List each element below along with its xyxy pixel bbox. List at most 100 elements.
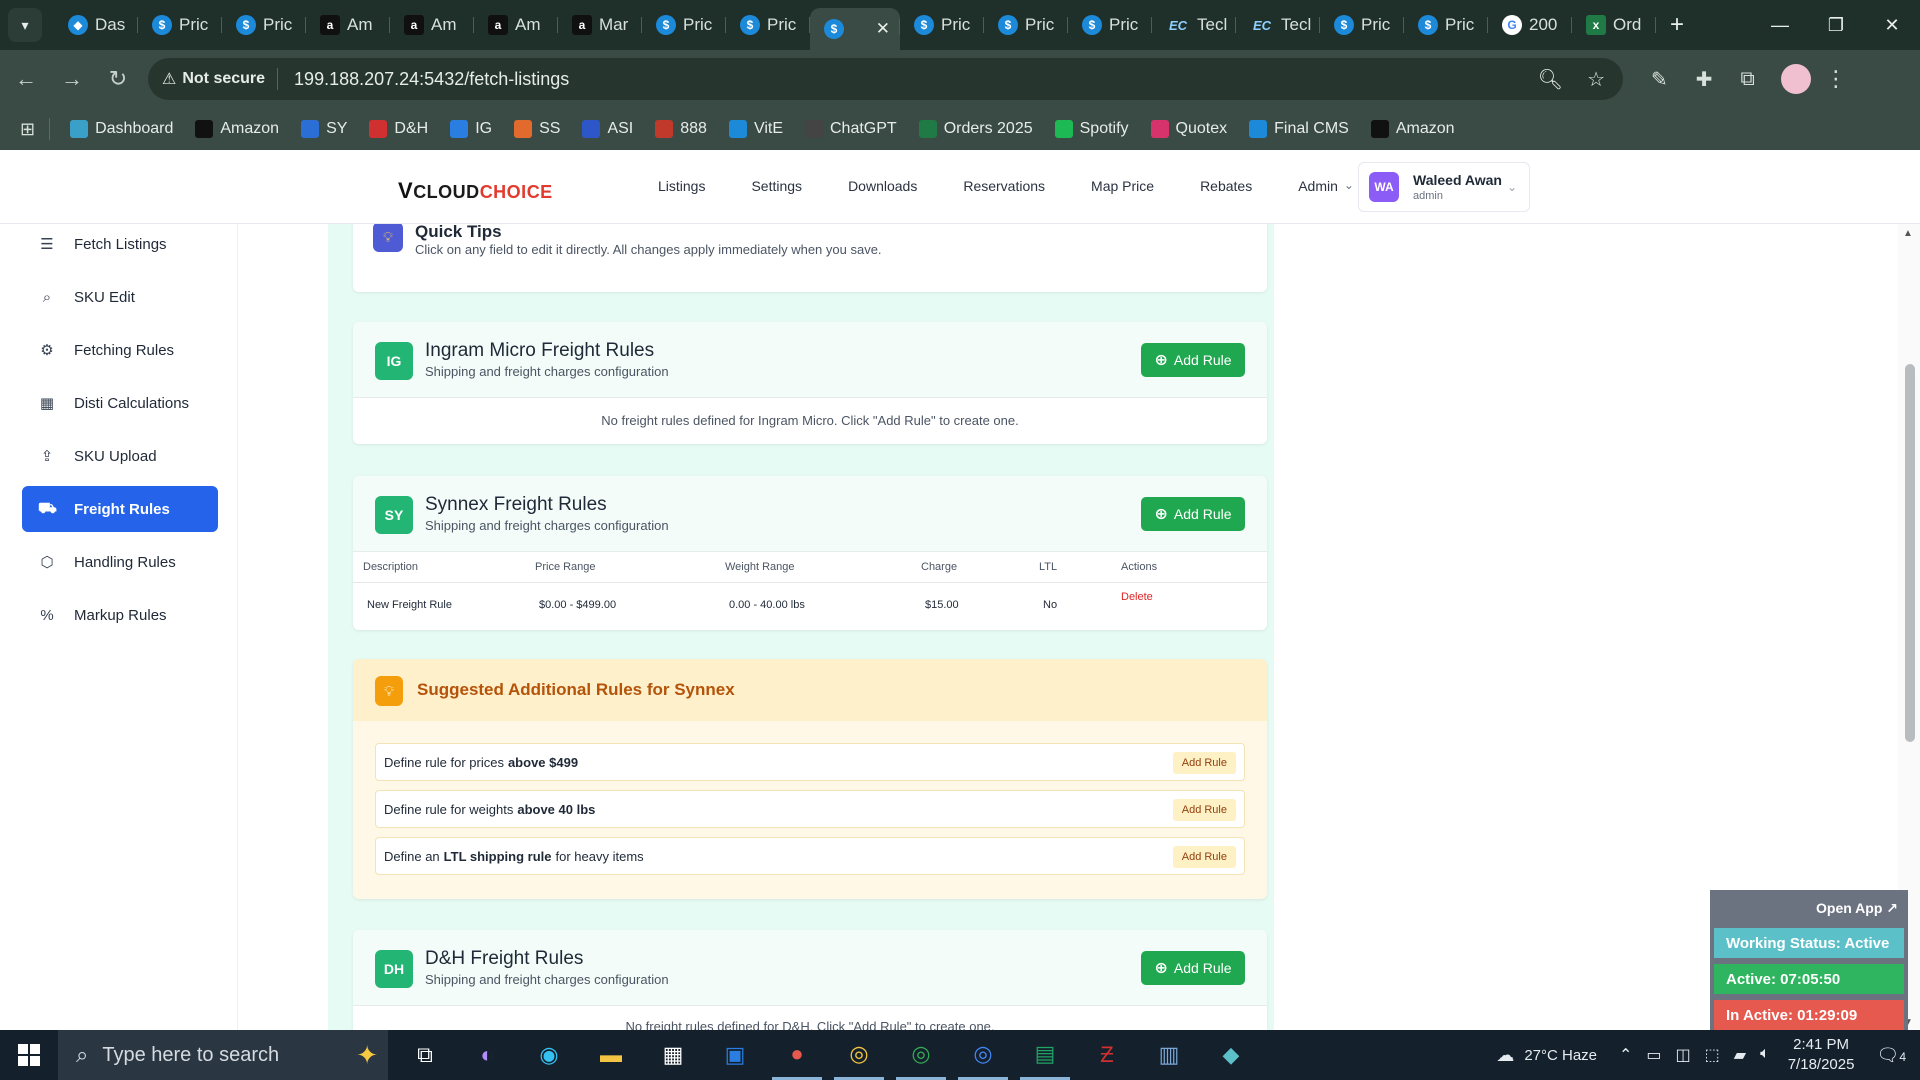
browser-tab[interactable]: $ Pric <box>642 6 726 44</box>
bookmark-star-icon[interactable]: ☆ <box>1587 67 1605 92</box>
browser-tab[interactable]: $ Pric <box>138 6 222 44</box>
display-icon[interactable]: ▭ <box>1646 1045 1661 1065</box>
suggestion-add-rule-button[interactable]: Add Rule <box>1172 846 1236 868</box>
sidebar-item-sku-edit[interactable]: ⌕ SKU Edit <box>22 274 218 320</box>
bookmark[interactable]: Dashboard <box>70 120 173 138</box>
bookmark[interactable]: ChatGPT <box>805 120 897 138</box>
bookmark[interactable]: Amazon <box>1370 120 1455 138</box>
apps-grid-icon[interactable]: ⊞ <box>20 119 35 140</box>
browser-tab[interactable]: $ Pric <box>222 6 306 44</box>
filezilla-icon[interactable]: Ƶ <box>1082 1030 1132 1080</box>
browser-menu-icon[interactable]: ⋮ <box>1825 66 1847 92</box>
rule-description[interactable]: New Freight Rule <box>353 582 535 628</box>
file-explorer-icon[interactable]: ▬ <box>586 1030 636 1080</box>
browser-tab[interactable]: EC Tecl <box>1152 6 1236 44</box>
network-icon[interactable]: ⬚ <box>1705 1045 1720 1065</box>
extensions-menu-icon[interactable]: ⧉ <box>1741 68 1755 91</box>
excel-icon[interactable]: ▤ <box>1020 1030 1070 1080</box>
zoom-icon[interactable]: 🔍︎ <box>1538 67 1563 92</box>
browser-tab[interactable]: a Mar <box>558 6 642 44</box>
bookmark[interactable]: SS <box>514 120 560 138</box>
rule-price-range[interactable]: $0.00 - $499.00 <box>535 582 725 628</box>
tab-search-menu-icon[interactable]: ▾ <box>8 8 42 42</box>
nav-admin[interactable]: Admin <box>1298 178 1338 194</box>
start-button[interactable] <box>0 1030 58 1080</box>
dh-add-rule-button[interactable]: ⊕ Add Rule <box>1141 951 1245 985</box>
restore-icon[interactable]: ❐ <box>1808 0 1864 50</box>
sidebar-item-disti-calculations[interactable]: ▦ Disti Calculations <box>22 380 218 426</box>
open-app-link[interactable]: Open App ↗ <box>1816 900 1898 917</box>
scroll-up-icon[interactable]: ▲ <box>1903 228 1913 239</box>
bookmark[interactable]: Final CMS <box>1249 120 1349 138</box>
back-icon[interactable]: ← <box>6 59 46 99</box>
user-menu[interactable]: WA Waleed Awan admin ⌄ <box>1358 162 1530 212</box>
sidebar-item-handling-rules[interactable]: ⬡ Handling Rules <box>22 539 218 585</box>
chevron-up-icon[interactable]: ⌃ <box>1619 1045 1632 1065</box>
nav-reservations[interactable]: Reservations <box>963 178 1045 194</box>
store-icon[interactable]: ▦ <box>648 1030 698 1080</box>
bookmark[interactable]: Amazon <box>195 120 279 138</box>
rule-ltl[interactable]: No <box>1039 582 1121 628</box>
close-tab-icon[interactable]: ✕ <box>876 19 890 39</box>
taskbar-search[interactable]: ⌕ Type here to search ✦ <box>58 1030 388 1080</box>
rule-weight-range[interactable]: 0.00 - 40.00 lbs <box>725 582 921 628</box>
bookmark[interactable]: D&H <box>369 120 428 138</box>
bookmark[interactable]: ASI <box>582 120 633 138</box>
extension-puzzle-icon[interactable]: ✚ <box>1696 67 1713 92</box>
browser-tab[interactable]: $ Pric <box>1320 6 1404 44</box>
warning-icon[interactable]: ⚠ <box>162 69 176 89</box>
profile-avatar[interactable] <box>1780 64 1811 94</box>
bookmark[interactable]: Spotify <box>1054 120 1129 138</box>
suggestion-add-rule-button[interactable]: Add Rule <box>1172 752 1236 774</box>
sidebar-item-freight-rules[interactable]: ⛟ Freight Rules <box>22 486 218 532</box>
browser-tab[interactable]: $ Pric <box>1068 6 1152 44</box>
clock[interactable]: 2:41 PM 7/18/2025 <box>1788 1035 1855 1075</box>
volume-icon[interactable]: 🔈︎ <box>1760 1045 1770 1065</box>
reload-icon[interactable]: ↻ <box>98 59 138 99</box>
nav-listings[interactable]: Listings <box>658 178 705 194</box>
bookmark[interactable]: Orders 2025 <box>918 120 1033 138</box>
browser-tab[interactable]: ◆ Das <box>54 6 138 44</box>
chrome-icon[interactable]: ◎ <box>958 1030 1008 1080</box>
bookmark[interactable]: Quotex <box>1150 120 1227 138</box>
forward-icon[interactable]: → <box>52 59 92 99</box>
browser-tab[interactable]: $ Pric <box>1404 6 1488 44</box>
notification-icon[interactable]: 🗨︎4 <box>1876 1045 1906 1066</box>
extension-icon[interactable]: ✎ <box>1651 67 1668 92</box>
nav-downloads[interactable]: Downloads <box>848 178 917 194</box>
app-icon[interactable]: ◆ <box>1206 1030 1256 1080</box>
new-tab-button[interactable]: + <box>1670 11 1684 39</box>
close-window-icon[interactable]: ✕ <box>1864 0 1920 50</box>
battery-icon[interactable]: ▰ <box>1734 1045 1746 1065</box>
bookmark[interactable]: IG <box>450 120 492 138</box>
ingram-add-rule-button[interactable]: ⊕ Add Rule <box>1141 343 1245 377</box>
nav-map-price[interactable]: Map Price <box>1091 178 1154 194</box>
chrome-icon[interactable]: ◎ <box>834 1030 884 1080</box>
rule-charge[interactable]: $15.00 <box>921 582 1039 628</box>
browser-tab[interactable]: a Am <box>306 6 390 44</box>
browser-tab[interactable]: $ Pric <box>726 6 810 44</box>
chrome-icon[interactable]: ◎ <box>896 1030 946 1080</box>
browser-tab[interactable]: $ ✕ <box>810 8 900 50</box>
camera-icon[interactable]: ◫ <box>1676 1045 1691 1065</box>
outlook-icon[interactable]: ▣ <box>710 1030 760 1080</box>
browser-tab[interactable]: x Ord <box>1572 6 1656 44</box>
delete-rule-button[interactable]: Delete <box>1121 591 1153 603</box>
weather-text[interactable]: 27°C Haze <box>1524 1047 1597 1064</box>
app-icon[interactable]: ● <box>772 1030 822 1080</box>
security-label[interactable]: Not secure <box>182 70 265 88</box>
edge-icon[interactable]: ◉ <box>524 1030 574 1080</box>
weather-icon[interactable]: ☁ <box>1496 1045 1514 1066</box>
chevron-down-icon[interactable]: ⌄ <box>1344 178 1354 194</box>
browser-tab[interactable]: $ Pric <box>900 6 984 44</box>
scrollbar-thumb[interactable] <box>1905 364 1915 742</box>
browser-tab[interactable]: EC Tecl <box>1236 6 1320 44</box>
synnex-add-rule-button[interactable]: ⊕ Add Rule <box>1141 497 1245 531</box>
task-view-icon[interactable]: ⧉ <box>400 1030 450 1080</box>
browser-tab[interactable]: $ Pric <box>984 6 1068 44</box>
address-bar[interactable]: ⚠ Not secure 199.188.207.24:5432/fetch-l… <box>148 58 1623 100</box>
sidebar-item-fetch-listings[interactable]: ☰ Fetch Listings <box>22 221 218 267</box>
nav-settings[interactable]: Settings <box>751 178 802 194</box>
sidebar-item-fetching-rules[interactable]: ⚙ Fetching Rules <box>22 327 218 373</box>
bookmark[interactable]: 888 <box>655 120 707 138</box>
